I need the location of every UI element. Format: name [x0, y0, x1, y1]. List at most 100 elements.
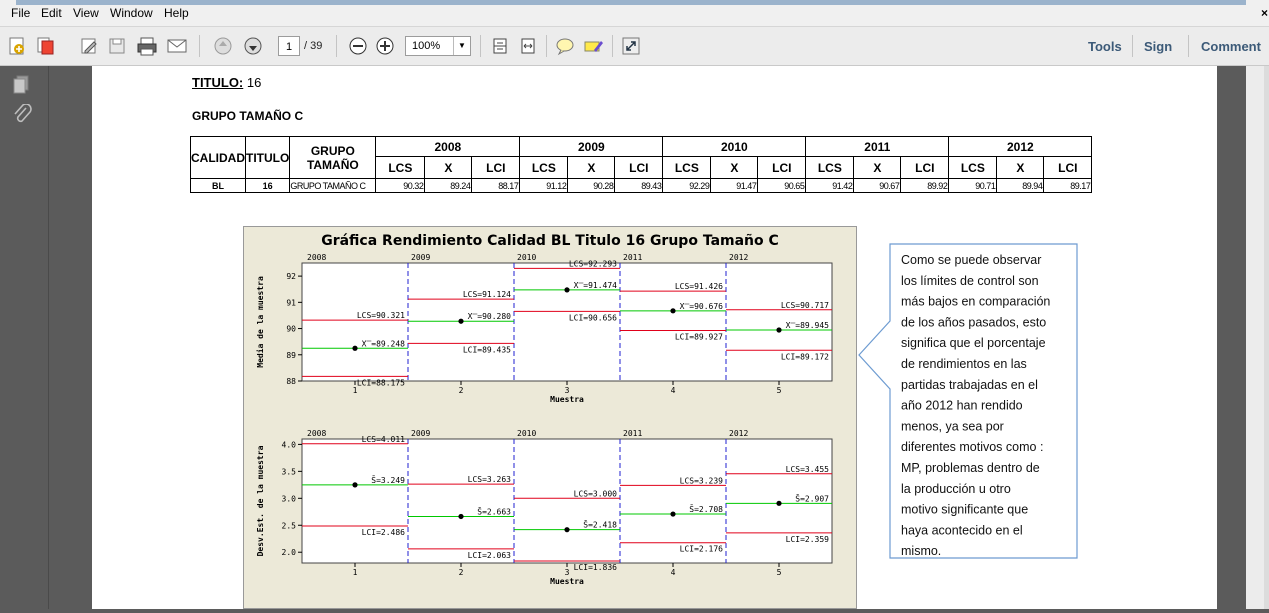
sd-chart-y-tick-label: 2.5 — [282, 521, 297, 530]
cell-value: 89.94 — [996, 178, 1045, 193]
callout-line: los límites de control son — [901, 274, 1039, 288]
menu-help[interactable]: Help — [164, 6, 189, 20]
cell-value: 89.92 — [900, 178, 950, 193]
cell-value: 90.71 — [948, 178, 998, 193]
chevron-down-icon[interactable]: ▼ — [453, 37, 470, 55]
mean-chart-stage-label: 2008 — [307, 253, 326, 262]
sign-button[interactable]: Sign — [1144, 39, 1172, 54]
cell-value: 90.28 — [567, 178, 616, 193]
mean-chart-lcs-label: LCS=91.426 — [675, 282, 723, 291]
sd-chart-x-tick-label: 2 — [459, 568, 464, 577]
callout-line: año 2012 han rendido — [901, 399, 1023, 413]
mean-chart-stage-label: 2012 — [729, 253, 748, 262]
mean-chart-y-tick-label: 91 — [286, 298, 296, 307]
fit-width-icon[interactable] — [517, 35, 539, 57]
callout-line: mismo. — [901, 544, 941, 558]
callout-line: diferentes motivos como : — [901, 440, 1043, 454]
toolbar: 1 / 39 100% ▼ Tools Sign Comment — [0, 27, 1269, 66]
mean-chart-lci-label: LCI=88.175 — [357, 378, 405, 387]
header-lci: LCI — [471, 156, 521, 179]
menu-view[interactable]: View — [73, 6, 99, 20]
cell-value: 91.42 — [805, 178, 855, 193]
header-lcs: LCS — [375, 156, 426, 179]
mean-chart-lci-label: LCI=90.656 — [569, 313, 617, 322]
fullscreen-icon[interactable] — [620, 35, 642, 57]
header-x: X — [853, 156, 902, 179]
sd-chart-stage-label: 2010 — [517, 429, 536, 438]
next-page-icon[interactable] — [242, 35, 264, 57]
sd-chart-y-tick-label: 3.0 — [282, 494, 297, 503]
sd-chart-lci-label: LCI=2.063 — [468, 551, 512, 560]
cell-grupo: GRUPO TAMAÑO C — [289, 178, 377, 193]
title-strip — [16, 0, 1246, 5]
callout-text: Como se puede observar los límites de con… — [901, 253, 1050, 558]
callout-line: MP, problemas dentro de — [901, 461, 1040, 475]
toolbar-separator — [199, 35, 200, 57]
sd-chart-stage-label: 2011 — [623, 429, 642, 438]
sd-chart-lci-label: LCI=2.486 — [362, 528, 406, 537]
cell-value: 91.47 — [710, 178, 759, 193]
mean-chart-stage-label: 2011 — [623, 253, 642, 262]
print-icon[interactable] — [136, 35, 158, 57]
tools-button[interactable]: Tools — [1088, 39, 1122, 54]
callout-line: motivo significante que — [901, 503, 1028, 517]
menu-window[interactable]: Window — [110, 6, 153, 20]
mean-chart-data-point — [776, 327, 782, 333]
toolbar-separator — [1132, 35, 1133, 57]
header-lci: LCI — [900, 156, 950, 179]
cell-calidad: BL — [190, 178, 246, 193]
header-lci: LCI — [614, 156, 664, 179]
sd-chart-x-axis-label: Muestra — [550, 577, 584, 586]
create-pdf-icon[interactable] — [6, 35, 28, 57]
mean-chart-center-label: X̿=90.676 — [680, 302, 724, 311]
header-year: 2009 — [519, 136, 664, 157]
mean-chart-stage-label: 2009 — [411, 253, 430, 262]
header-lcs: LCS — [805, 156, 855, 179]
sd-chart-plot-area — [301, 438, 833, 564]
previous-page-icon[interactable] — [212, 35, 234, 57]
cell-value: 92.29 — [662, 178, 712, 193]
sd-chart-y-tick-label: 2.0 — [282, 548, 297, 557]
highlight-icon[interactable] — [582, 35, 604, 57]
combine-pdf-icon[interactable] — [34, 35, 56, 57]
sd-chart-data-point — [776, 500, 782, 506]
sd-chart-lcs-label: LCS=3.000 — [574, 489, 618, 498]
fit-page-icon[interactable] — [489, 35, 511, 57]
header-year: 2010 — [662, 136, 807, 157]
mean-chart-data-point — [458, 318, 464, 324]
toolbar-separator — [480, 35, 481, 57]
header-lcs: LCS — [519, 156, 569, 179]
attachments-icon[interactable] — [12, 103, 32, 131]
page-thumbnails-icon[interactable] — [11, 74, 33, 99]
close-icon[interactable]: × — [1261, 6, 1268, 20]
sd-chart-y-axis-label: Desv.Est. de la muestra — [256, 445, 265, 556]
email-icon[interactable] — [166, 35, 188, 57]
header-year: 2011 — [805, 136, 950, 157]
header-x: X — [996, 156, 1045, 179]
sd-chart-x-tick-label: 4 — [671, 568, 676, 577]
zoom-select[interactable]: 100% ▼ — [405, 36, 471, 56]
sd-chart-x-tick-label: 3 — [565, 568, 570, 577]
header-year: 2012 — [948, 136, 1093, 157]
toolbar-separator — [612, 35, 613, 57]
comment-icon[interactable] — [554, 35, 576, 57]
zoom-in-icon[interactable] — [374, 35, 396, 57]
edit-icon[interactable] — [78, 35, 100, 57]
cell-value: 89.43 — [614, 178, 664, 193]
mean-chart-lcs-label: LCS=90.321 — [357, 311, 405, 320]
sd-chart-center-label: S̄=2.418 — [583, 519, 617, 529]
mean-chart-x-tick-label: 4 — [671, 386, 676, 395]
page-number-input[interactable]: 1 — [278, 36, 300, 56]
save-icon[interactable] — [106, 35, 128, 57]
toolbar-separator — [336, 35, 337, 57]
vertical-scrollbar[interactable] — [1264, 66, 1269, 609]
menu-edit[interactable]: Edit — [41, 6, 62, 20]
document-page: TITULO: 16 GRUPO TAMAÑO C CALIDAD TITULO… — [92, 66, 1217, 609]
mean-chart-center-label: X̿=89.945 — [786, 321, 830, 330]
mean-chart-center-label: X̿=91.474 — [574, 281, 618, 290]
menu-file[interactable]: File — [11, 6, 30, 20]
zoom-value: 100% — [412, 40, 441, 52]
zoom-out-icon[interactable] — [347, 35, 369, 57]
callout-line: de rendimientos en las — [901, 357, 1027, 371]
comment-button[interactable]: Comment — [1201, 39, 1261, 54]
